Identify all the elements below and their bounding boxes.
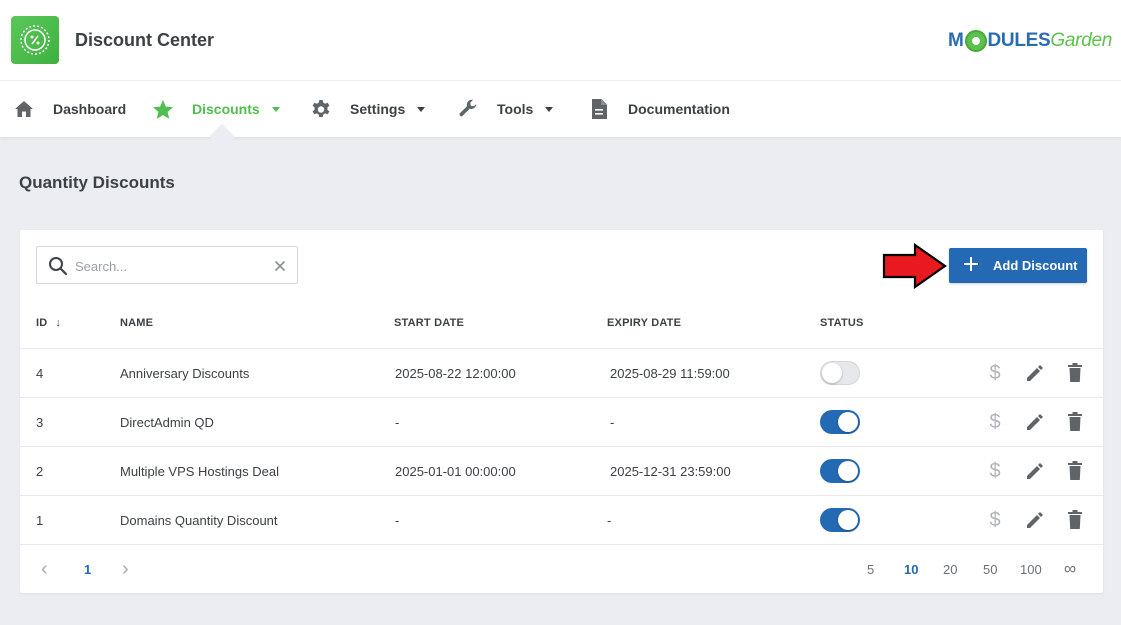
cell-start-date: - [395,415,400,430]
add-discount-button[interactable]: Add Discount [949,248,1087,283]
cell-start-date: - [395,513,400,528]
status-toggle[interactable] [820,410,860,434]
page-title: Quantity Discounts [19,173,175,192]
main-nav: Dashboard Discounts Settings Tools Docum… [0,81,1121,137]
dollar-icon[interactable]: $ [984,460,1006,482]
discounts-card: Add Discount ID↓ NAME START DATE EXPIRY … [20,230,1103,593]
cell-name: Anniversary Discounts [120,366,250,381]
page-size-20[interactable]: 20 [943,562,957,577]
dollar-icon[interactable]: $ [984,411,1006,433]
column-header-expiry-date[interactable]: EXPIRY DATE [607,317,681,329]
app-header: Discount Center M DULES Garden [0,0,1121,81]
column-header-start-date[interactable]: START DATE [394,317,464,329]
home-icon [13,98,35,120]
table-row: 1 Domains Quantity Discount - - $ [20,495,1103,544]
nav-item-dashboard[interactable]: Dashboard [13,81,126,137]
status-toggle[interactable] [820,459,860,483]
gear-icon [310,98,332,120]
trash-icon[interactable] [1064,509,1086,531]
cell-name: Domains Quantity Discount [120,513,278,528]
table-footer: ‹ 1 › 5 10 20 50 100 ∞ [20,544,1103,593]
nav-item-settings[interactable]: Settings [310,81,426,137]
nav-item-tools[interactable]: Tools [457,81,554,137]
toggle-knob [838,412,858,432]
sort-down-icon: ↓ [55,317,62,329]
red-arrow-annotation-icon [882,243,947,289]
cell-id: 1 [36,513,44,528]
status-toggle[interactable] [820,508,860,532]
edit-pencil-icon[interactable] [1024,362,1046,384]
cell-id: 3 [36,415,44,430]
cell-expiry-date: 2025-08-29 11:59:00 [610,366,730,381]
search-input[interactable] [75,256,265,276]
page-size-all[interactable]: ∞ [1064,559,1076,579]
column-header-status[interactable]: STATUS [820,317,864,329]
app-title: Discount Center [75,30,215,50]
cell-start-date: 2025-01-01 00:00:00 [395,464,516,479]
star-icon [152,98,174,120]
toggle-knob [822,363,842,383]
modulesgarden-logo: M DULES Garden [947,30,1112,52]
brand-globe-icon [964,30,987,52]
page-number-1[interactable]: 1 [84,562,91,577]
chevron-down-icon [271,106,280,112]
cell-expiry-date: 2025-12-31 23:59:00 [610,464,731,479]
edit-pencil-icon[interactable] [1024,509,1046,531]
search-box[interactable] [36,246,298,284]
prev-page-button[interactable]: ‹ [41,558,48,581]
document-icon [588,98,610,120]
edit-pencil-icon[interactable] [1024,460,1046,482]
trash-icon[interactable] [1064,411,1086,433]
page-size-50[interactable]: 50 [983,562,997,577]
column-header-id[interactable]: ID ↓ [36,317,61,329]
clear-search-icon[interactable] [274,259,286,277]
cell-expiry-date: - [610,415,615,430]
dollar-icon[interactable]: $ [984,362,1006,384]
page-size-10[interactable]: 10 [904,562,918,577]
next-page-button[interactable]: › [122,558,129,581]
chevron-down-icon [545,106,554,112]
page-size-5[interactable]: 5 [867,562,874,577]
table-row: 3 DirectAdmin QD - - $ [20,397,1103,446]
table-row: 4 Anniversary Discounts 2025-08-22 12:00… [20,348,1103,397]
toggle-knob [838,461,858,481]
wrench-icon [457,98,479,120]
plus-icon [963,256,979,275]
toggle-knob [838,510,858,530]
cell-id: 4 [36,366,44,381]
cell-start-date: 2025-08-22 12:00:00 [395,366,516,381]
table-row: 2 Multiple VPS Hostings Deal 2025-01-01 … [20,446,1103,495]
page-size-100[interactable]: 100 [1020,562,1042,577]
chevron-down-icon [417,106,426,112]
edit-pencil-icon[interactable] [1024,411,1046,433]
column-header-name[interactable]: NAME [120,317,153,329]
trash-icon[interactable] [1064,460,1086,482]
cell-name: Multiple VPS Hostings Deal [120,464,279,479]
dollar-icon[interactable]: $ [984,509,1006,531]
cell-name: DirectAdmin QD [120,415,214,430]
search-icon [48,256,68,281]
cell-expiry-date: - [607,513,612,528]
trash-icon[interactable] [1064,362,1086,384]
discount-center-logo-icon [11,16,59,64]
nav-item-documentation[interactable]: Documentation [588,81,730,137]
cell-id: 2 [36,464,44,479]
status-toggle[interactable] [820,361,860,385]
